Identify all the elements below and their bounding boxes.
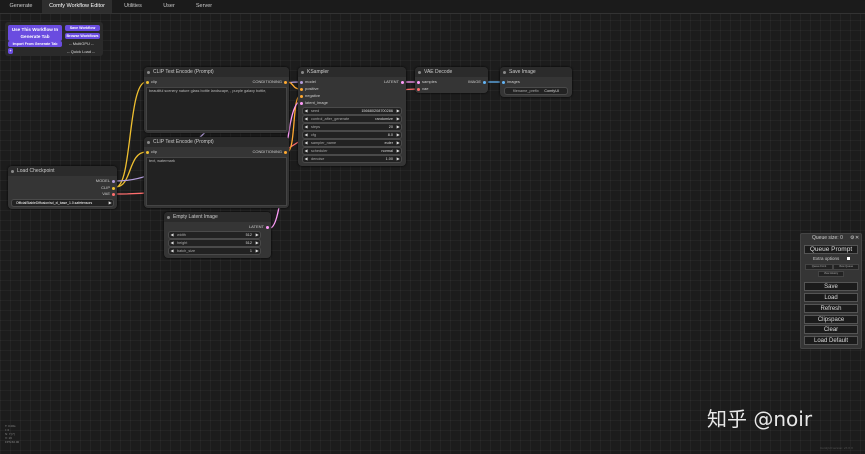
clip-text-encode-node-1[interactable]: CLIP Text Encode (Prompt) clip CONDITION… [144, 67, 289, 133]
positive-input-label: positive [305, 86, 319, 91]
latent-output-label: LATENT [383, 79, 399, 84]
node-title: Empty Latent Image [164, 212, 271, 222]
gear-icon[interactable]: ⚙ [850, 235, 854, 241]
sampler-name-widget[interactable]: ◀ sampler_name euler ▶ [302, 139, 402, 147]
ksampler-node[interactable]: KSampler model positive negative latent_… [298, 67, 406, 166]
vae-input-label: vae [422, 86, 429, 91]
extra-options-label: Extra options [813, 256, 840, 261]
clip-text-encode-node-2[interactable]: CLIP Text Encode (Prompt) clip CONDITION… [144, 137, 289, 208]
node-title: CLIP Text Encode (Prompt) [144, 137, 289, 147]
conditioning-output-slot[interactable] [284, 80, 287, 84]
watermark: 知乎 @noir [707, 407, 813, 431]
render-stats: T: 0.00s I: 0 N: 7 [7] V: 16 FPS:60.00 [5, 424, 19, 444]
negative-input-label: negative [305, 93, 321, 98]
positive-input-slot[interactable] [300, 87, 303, 91]
images-input-label: images [507, 79, 520, 84]
stat-fps: FPS:60.00 [5, 440, 20, 444]
filename-prefix-widget[interactable]: filename_prefix ComfyUI [504, 87, 568, 95]
refresh-button[interactable]: Refresh [804, 304, 858, 313]
latent-output-slot[interactable] [401, 80, 404, 84]
model-output-slot[interactable] [112, 179, 115, 183]
images-input-slot[interactable] [502, 80, 505, 84]
negative-input-slot[interactable] [300, 94, 303, 98]
queue-size-label: Queue size: 0 [812, 235, 843, 241]
control-after-generate-widget[interactable]: ◀ control_after_generate randomize ▶ [302, 115, 402, 123]
negative-prompt-textarea[interactable]: text, watermark [146, 157, 287, 206]
image-output-label: IMAGE [468, 79, 481, 84]
clip-output-slot[interactable] [112, 186, 115, 190]
version-label: ComfyUI version: vX.X.X [820, 446, 854, 450]
use-workflow-in-generate-button[interactable]: Use This Workflow In Generate Tab [8, 25, 62, 41]
wire-clip-2 [115, 151, 147, 188]
clear-button[interactable]: Clear [804, 325, 858, 334]
view-history-button[interactable]: View History [818, 271, 844, 277]
save-workflow-button[interactable]: Save Workflow [65, 25, 100, 31]
vae-output-label: VAE [102, 191, 110, 196]
vae-output-slot[interactable] [112, 192, 115, 196]
clip-output-label: CLIP [101, 185, 110, 190]
batch-size-widget[interactable]: ◀ batch_size 1 ▶ [168, 247, 261, 255]
conditioning-output-label: CONDITIONING [252, 79, 282, 84]
latent-output-slot[interactable] [266, 225, 269, 229]
browse-workflows-button[interactable]: Browse Workflows [65, 33, 100, 39]
plus-icon[interactable]: + [8, 48, 13, 54]
conditioning-output-label: CONDITIONING [252, 149, 282, 154]
clip-input-slot[interactable] [146, 80, 149, 84]
model-input-slot[interactable] [300, 80, 303, 84]
width-widget[interactable]: ◀ width 512 ▶ [168, 231, 261, 239]
empty-latent-image-node[interactable]: Empty Latent Image LATENT ◀ width 512 ▶ ◀ he… [164, 212, 271, 258]
cfg-widget[interactable]: ◀ cfg 8.0 ▶ [302, 131, 402, 139]
node-title: Save Image [500, 67, 572, 77]
node-title: KSampler [298, 67, 406, 77]
prompt-textarea[interactable]: beautiful scenery nature glass bottle la… [146, 87, 287, 131]
clipspace-button[interactable]: Clipspace [804, 315, 858, 324]
conditioning-output-slot[interactable] [284, 150, 287, 154]
scheduler-widget[interactable]: ◀ scheduler normal ▶ [302, 147, 402, 155]
load-checkpoint-node[interactable]: Load Checkpoint MODEL CLIP VAE OfficialS… [8, 166, 117, 209]
workflow-buttons-panel: Use This Workflow In Generate Tab Import… [5, 22, 103, 56]
close-icon[interactable]: ✕ [855, 235, 859, 241]
samples-input-label: samples [422, 79, 437, 84]
quick-load-dropdown[interactable]: -- Quick Load -- [67, 49, 95, 54]
save-button[interactable]: Save [804, 282, 858, 291]
latent-image-input-slot[interactable] [300, 101, 303, 105]
vae-input-slot[interactable] [417, 87, 420, 91]
latent-image-input-label: latent_image [305, 100, 328, 105]
queue-front-button[interactable]: Queue Front [805, 264, 833, 270]
denoise-widget[interactable]: ◀ denoise 1.00 ▶ [302, 155, 402, 163]
clip-input-slot[interactable] [146, 150, 149, 154]
queue-prompt-button[interactable]: Queue Prompt [804, 245, 858, 254]
model-input-label: model [305, 79, 316, 84]
model-output-label: MODEL [95, 178, 110, 183]
load-default-button[interactable]: Load Default [804, 336, 858, 345]
save-image-node[interactable]: Save Image images filename_prefix ComfyUI [500, 67, 572, 97]
steps-widget[interactable]: ◀ steps 20 ▶ [302, 123, 402, 131]
multi-gpu-dropdown[interactable]: -- MultiGPU -- [69, 41, 94, 46]
clip-input-label: clip [151, 149, 158, 154]
height-widget[interactable]: ◀ height 512 ▶ [168, 239, 261, 247]
view-queue-button[interactable]: View Queue [833, 264, 859, 270]
samples-input-slot[interactable] [417, 80, 420, 84]
node-title: Load Checkpoint [8, 166, 117, 176]
image-output-slot[interactable] [483, 80, 486, 84]
clip-input-label: clip [151, 79, 158, 84]
ckpt-name-widget[interactable]: OfficialStableDiffusion/sd_xl_base_1.0.s… [11, 199, 114, 207]
node-title: CLIP Text Encode (Prompt) [144, 67, 289, 77]
node-title: VAE Decode [415, 67, 488, 77]
wire-clip-1 [115, 81, 147, 188]
latent-output-label: LATENT [248, 224, 264, 229]
vae-decode-node[interactable]: VAE Decode samples vae IMAGE [415, 67, 488, 93]
extra-options-checkbox[interactable] [847, 257, 850, 260]
import-from-generate-button[interactable]: Import From Generate Tab [8, 41, 62, 47]
queue-panel: Queue size: 0 ⚙ ✕ Queue Prompt Extra opt… [800, 233, 862, 349]
seed-widget[interactable]: ◀ seed 156680208700286 ▶ [302, 107, 402, 115]
load-button[interactable]: Load [804, 293, 858, 302]
